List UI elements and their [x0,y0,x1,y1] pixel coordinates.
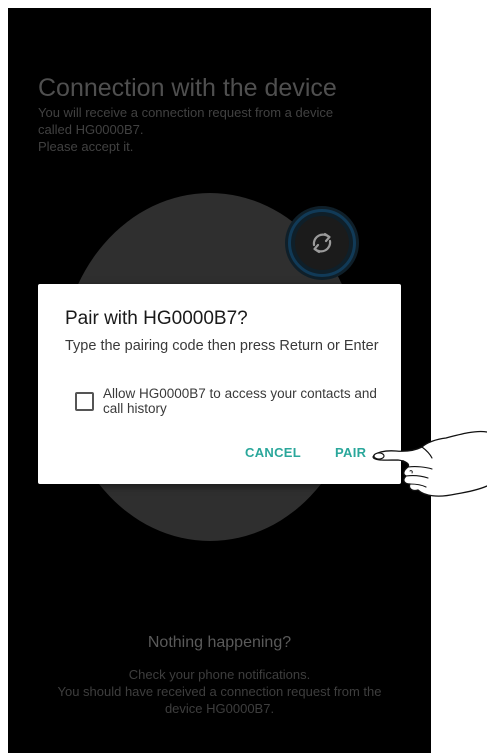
help-line: device HG0000B7. [164,701,275,716]
help-line: You should have received a connection re… [57,684,382,699]
sync-button[interactable] [285,206,359,280]
help-line: Check your phone notifications. [128,667,311,682]
help-title: Nothing happening? [147,634,292,651]
pairing-dialog: Pair with HG0000B7? Type the pairing cod… [38,284,401,484]
cancel-button[interactable]: CANCEL [245,445,301,460]
dialog-title: Pair with HG0000B7? [65,308,248,329]
checkbox-label[interactable]: Allow HG0000B7 to access your contacts a… [103,386,398,416]
description-line: You will receive a connection request fr… [38,105,334,120]
contacts-access-checkbox[interactable] [75,392,94,411]
sync-icon [312,232,332,254]
dialog-message: Type the pairing code then press Return … [65,338,379,354]
page-description: You will receive a connection request fr… [38,104,398,155]
description-line: Please accept it. [38,139,134,154]
page-title: Connection with the device [38,74,337,102]
help-description: Check your phone notifications. You shou… [8,666,431,717]
pointing-hand-icon [372,430,487,497]
pair-button[interactable]: PAIR [335,445,366,460]
description-line: called HG0000B7. [38,122,144,137]
